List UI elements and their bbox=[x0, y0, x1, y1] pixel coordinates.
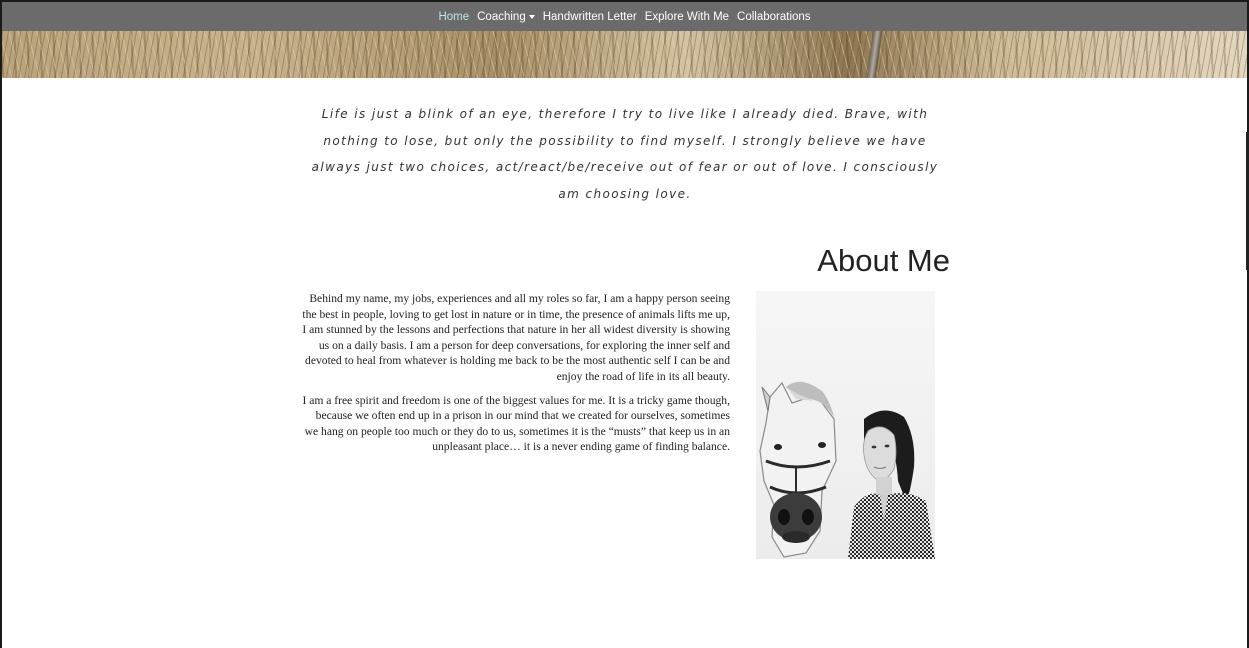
about-paragraph-2: I am a free spirit and freedom is one of… bbox=[302, 393, 730, 454]
nav-coaching-label: Coaching bbox=[477, 10, 526, 23]
nav-explore-with-me[interactable]: Explore With Me bbox=[645, 11, 729, 23]
window-frame-left bbox=[0, 0, 2, 648]
top-navbar: Home Coaching Handwritten Letter Explore… bbox=[2, 2, 1247, 31]
hero-banner-image bbox=[2, 31, 1247, 78]
about-paragraph-1: Behind my name, my jobs, experiences and… bbox=[302, 292, 730, 383]
nav-home[interactable]: Home bbox=[438, 11, 469, 23]
about-photo bbox=[756, 291, 935, 559]
about-text: Behind my name, my jobs, experiences and… bbox=[300, 291, 730, 463]
hero-fence-post bbox=[866, 31, 883, 78]
nav-coaching[interactable]: Coaching bbox=[477, 11, 535, 23]
about-heading: About Me bbox=[817, 243, 950, 278]
caret-down-icon bbox=[528, 14, 535, 19]
nav-collaborations[interactable]: Collaborations bbox=[737, 11, 811, 23]
woman-with-horse-photo bbox=[756, 291, 935, 559]
intro-quote: Life is just a blink of an eye, therefor… bbox=[311, 107, 939, 201]
nav-handwritten-letter[interactable]: Handwritten Letter bbox=[543, 11, 637, 23]
